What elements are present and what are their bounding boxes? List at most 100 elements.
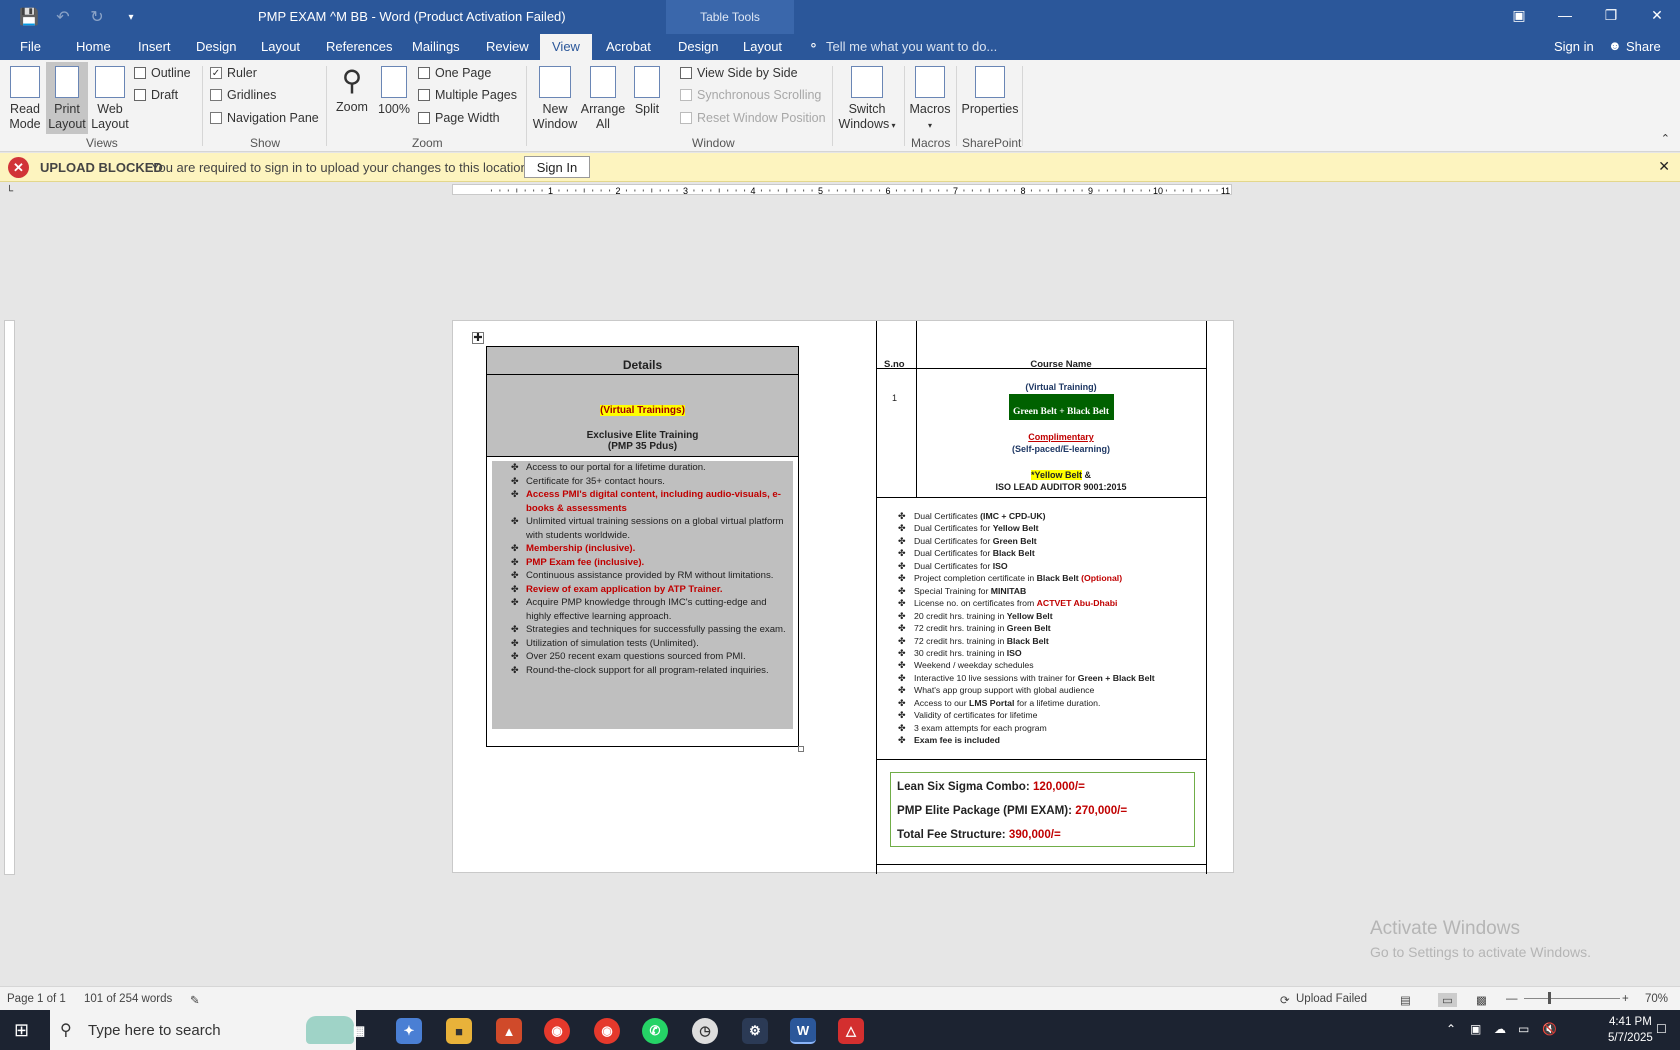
chrome-icon[interactable]: ◉ — [544, 1018, 570, 1044]
outline-button[interactable]: Outline — [134, 66, 191, 80]
tell-me-input[interactable]: Tell me what you want to do... — [826, 39, 997, 54]
synchronous-scrolling-button[interactable]: Synchronous Scrolling — [680, 88, 821, 102]
tab-table-layout[interactable]: Layout — [743, 39, 782, 54]
title-bar: 💾 ↶ ↻ ▾ PMP EXAM ^M BB - Word (Product A… — [0, 0, 1680, 34]
redo-icon[interactable]: ↻ — [86, 6, 108, 28]
acrobat-icon[interactable]: △ — [838, 1018, 864, 1044]
page-count[interactable]: Page 1 of 1 — [7, 993, 66, 1005]
web-layout-view-icon[interactable]: ▩ — [1476, 993, 1487, 1007]
restore-button[interactable]: ❐ — [1588, 0, 1634, 30]
zoom-slider[interactable] — [1524, 998, 1620, 999]
close-button[interactable]: ✕ — [1634, 0, 1680, 30]
tab-table-design[interactable]: Design — [678, 39, 718, 54]
upload-status[interactable]: Upload Failed — [1296, 993, 1367, 1005]
read-mode-button[interactable]: Read Mode — [6, 66, 44, 132]
new-window-button[interactable]: New Window — [530, 66, 580, 132]
switch-windows-button[interactable]: Switch Windows ▾ — [836, 66, 898, 133]
print-layout-button[interactable]: Print Layout — [46, 62, 88, 134]
web-layout-icon — [95, 66, 125, 98]
show-hidden-icons[interactable]: ⌃ — [1446, 1022, 1456, 1036]
onedrive-icon[interactable]: ☁ — [1494, 1022, 1506, 1036]
word-count[interactable]: 101 of 254 words — [84, 993, 172, 1005]
tab-insert[interactable]: Insert — [138, 39, 171, 54]
tab-selector-icon[interactable]: └ — [6, 186, 13, 197]
tab-acrobat[interactable]: Acrobat — [606, 39, 651, 54]
notifications-icon[interactable]: ☐ — [1656, 1022, 1667, 1036]
read-mode-view-icon[interactable]: ▤ — [1400, 993, 1411, 1007]
details-list-item: ✤ Access PMI's digital content, including… — [511, 489, 781, 514]
ruler-ticks: 1 2 3 4 5 6 7 8 9 10 11 — [490, 186, 1230, 196]
network-icon[interactable]: ▭ — [1518, 1022, 1529, 1036]
tab-layout[interactable]: Layout — [261, 39, 300, 54]
clock-app-icon[interactable]: ◷ — [692, 1018, 718, 1044]
details-list: ✤ Access to our portal for a lifetime dur… — [492, 461, 793, 677]
copilot-icon[interactable]: ✦ — [396, 1018, 422, 1044]
multiple-pages-button[interactable]: Multiple Pages — [418, 88, 517, 102]
tray-app-icon[interactable]: ▣ — [1470, 1022, 1481, 1036]
course-row: 1 (Virtual Training) Green Belt + Black … — [876, 369, 1207, 498]
tab-home[interactable]: Home — [76, 39, 111, 54]
share-button[interactable]: Share — [1626, 39, 1661, 54]
volume-muted-icon[interactable]: 🔇 — [1542, 1022, 1557, 1036]
ruler-checkbox[interactable]: ✓ Ruler — [210, 66, 257, 80]
split-button[interactable]: Split — [628, 66, 666, 117]
ribbon-display-icon[interactable]: ▣ — [1496, 0, 1542, 30]
settings-gear-icon[interactable]: ⚙ — [742, 1018, 768, 1044]
window-title: PMP EXAM ^M BB - Word (Product Activatio… — [258, 9, 566, 24]
bullet-icon: ✤ — [511, 637, 519, 648]
zoom-in-icon[interactable]: + — [1622, 993, 1629, 1005]
windows-start-icon[interactable]: ⊞ — [14, 1020, 29, 1041]
arrange-all-button[interactable]: Arrange All — [580, 66, 626, 132]
zoom-slider-thumb[interactable] — [1548, 992, 1551, 1004]
tab-design[interactable]: Design — [196, 39, 236, 54]
vertical-ruler[interactable] — [4, 320, 15, 875]
draft-icon — [134, 89, 146, 101]
web-layout-button[interactable]: Web Layout — [90, 66, 130, 132]
navigation-pane-checkbox[interactable]: Navigation Pane — [210, 111, 319, 125]
window-controls: ▣ — ❐ ✕ — [1496, 0, 1680, 30]
macros-button[interactable]: Macros ▾ — [908, 66, 952, 133]
tab-references[interactable]: References — [326, 39, 392, 54]
tab-review[interactable]: Review — [486, 39, 529, 54]
whatsapp-icon[interactable]: ✆ — [642, 1018, 668, 1044]
close-message-icon[interactable]: ✕ — [1658, 158, 1670, 175]
clock[interactable]: 4:41 PM 5/7/2025 — [1608, 1014, 1653, 1046]
save-icon[interactable]: 💾 — [18, 6, 40, 28]
tab-view[interactable]: View — [540, 34, 592, 60]
minimize-button[interactable]: — — [1542, 0, 1588, 30]
document-page[interactable]: ✚ Details (Virtual Trainings) Exclusive … — [452, 320, 1234, 874]
zoom-out-icon[interactable]: — — [1506, 993, 1518, 1005]
print-layout-view-icon[interactable]: ▭ — [1438, 993, 1457, 1007]
zoom-button[interactable]: ⚲ Zoom — [334, 64, 370, 115]
customize-qat-icon[interactable]: ▾ — [120, 6, 142, 28]
sign-in-button[interactable]: Sign In — [524, 156, 590, 178]
collapse-ribbon-icon[interactable]: ⌃ — [1661, 132, 1670, 145]
file-explorer-icon[interactable]: ■ — [446, 1018, 472, 1044]
tab-mailings[interactable]: Mailings — [412, 39, 460, 54]
draft-button[interactable]: Draft — [134, 88, 178, 102]
undo-icon[interactable]: ↶ — [52, 6, 74, 28]
proofing-icon[interactable]: ✎ — [190, 993, 200, 1007]
reset-window-position-button[interactable]: Reset Window Position — [680, 111, 826, 125]
zoom-100-button[interactable]: 100% — [376, 66, 412, 117]
bullet-icon: ✤ — [511, 624, 519, 634]
word-icon[interactable]: W — [790, 1018, 816, 1044]
chrome-profile-icon[interactable]: ◉ — [594, 1018, 620, 1044]
task-view-icon[interactable]: ▦ — [346, 1018, 372, 1044]
one-page-button[interactable]: One Page — [418, 66, 491, 80]
app-icon[interactable]: ▲ — [496, 1018, 522, 1044]
properties-button[interactable]: Properties — [960, 66, 1020, 117]
taskbar-search[interactable]: ⚲ Type here to search — [50, 1010, 356, 1050]
show-group-label: Show — [250, 136, 281, 150]
table-resize-handle[interactable] — [798, 746, 804, 752]
page-width-button[interactable]: Page Width — [418, 111, 500, 125]
sign-in-link[interactable]: Sign in — [1554, 39, 1594, 54]
upload-blocked-bar: ✕ UPLOAD BLOCKED You are required to sig… — [0, 153, 1680, 182]
zoom-level[interactable]: 70% — [1645, 993, 1668, 1005]
tab-file[interactable]: File — [20, 39, 41, 54]
table-move-handle-icon[interactable]: ✚ — [472, 332, 484, 344]
gridlines-checkbox[interactable]: Gridlines — [210, 88, 276, 102]
view-side-by-side-button[interactable]: View Side by Side — [680, 66, 798, 80]
one-page-icon — [418, 67, 430, 79]
horizontal-ruler[interactable]: 1 2 3 4 5 6 7 8 9 10 11 — [452, 184, 1232, 196]
